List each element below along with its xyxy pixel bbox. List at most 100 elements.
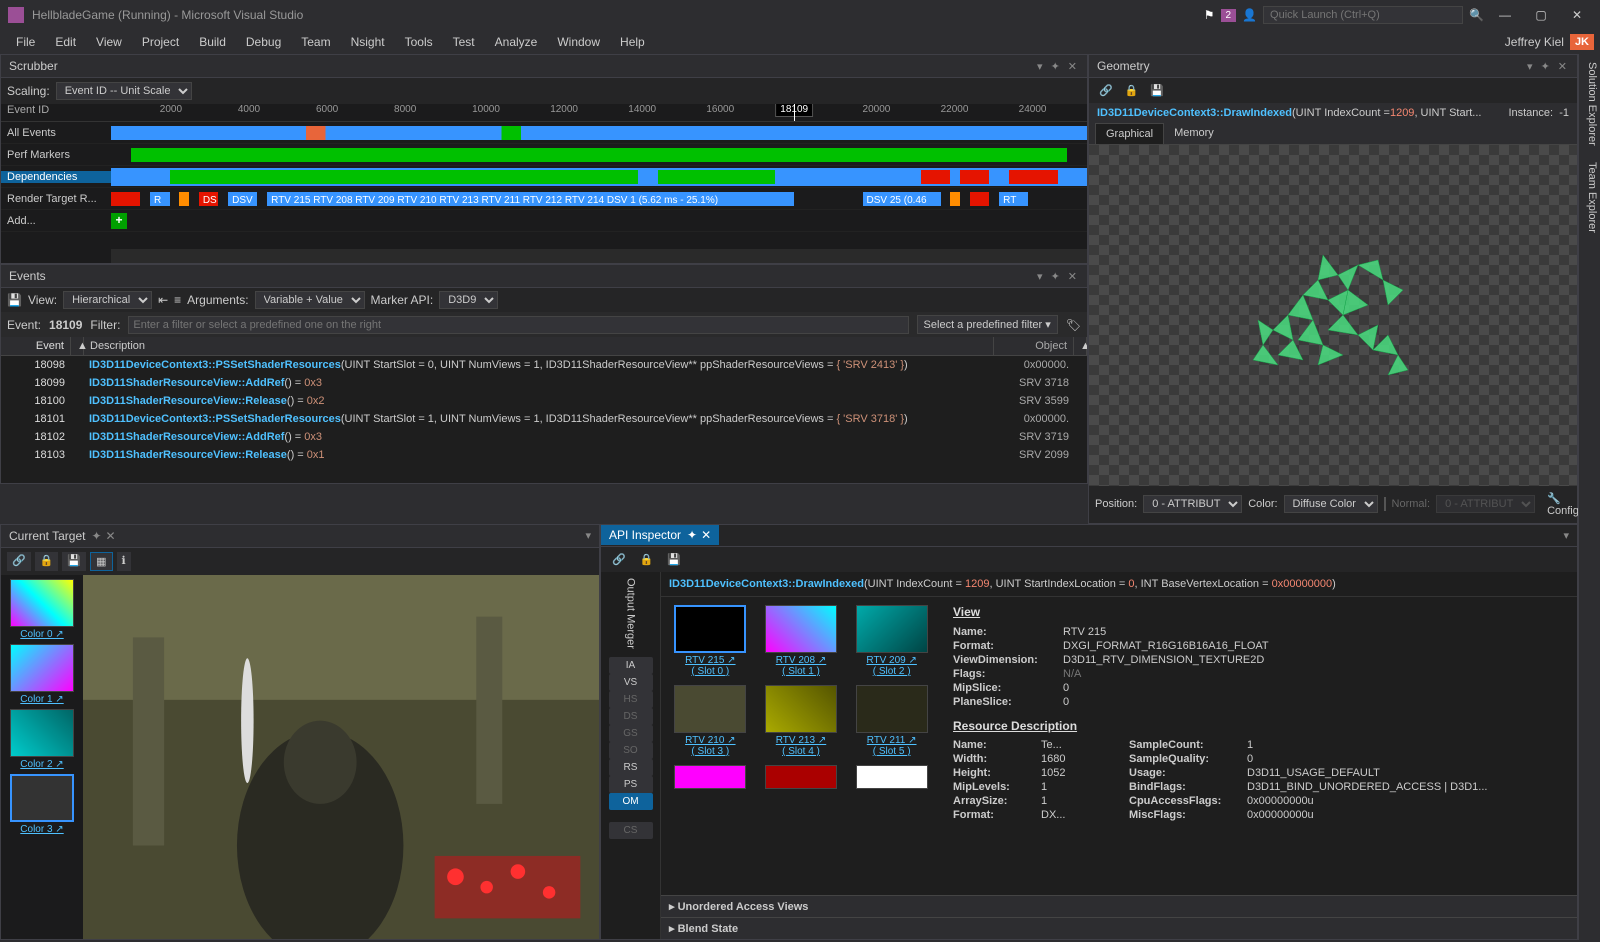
rtv-rtv-213[interactable]: RTV 213 ↗( Slot 4 ) xyxy=(760,685,843,757)
stage-gs[interactable]: GS xyxy=(609,725,653,742)
add-row-button[interactable]: + xyxy=(111,213,127,229)
color-select[interactable]: Diffuse Color xyxy=(1284,495,1378,513)
rtv-rtv-210[interactable]: RTV 210 ↗( Slot 3 ) xyxy=(669,685,752,757)
flag-icon[interactable]: ⚑ xyxy=(1204,8,1215,22)
pin-icon[interactable]: ✦ xyxy=(91,529,101,543)
close-icon[interactable]: ✕ xyxy=(1066,60,1079,73)
lock-icon[interactable]: 🔒 xyxy=(1121,82,1143,99)
close-icon[interactable]: ✕ xyxy=(1066,270,1079,283)
thumb-color-0[interactable]: Color 0 ↗ xyxy=(5,579,79,640)
link-icon[interactable]: 🔗 xyxy=(607,551,631,568)
user-name[interactable]: Jeffrey Kiel xyxy=(1505,35,1564,49)
pin-icon[interactable]: ✦ xyxy=(1049,270,1062,283)
position-select[interactable]: 0 - ATTRIBUT xyxy=(1143,495,1242,513)
info-icon[interactable]: ℹ xyxy=(117,552,131,571)
menu-window[interactable]: Window xyxy=(547,33,610,51)
event-row[interactable]: 18100ID3D11ShaderResourceView::Release()… xyxy=(1,392,1087,410)
dropdown-icon[interactable]: ▾ xyxy=(1563,530,1569,542)
link-icon[interactable]: 🔗 xyxy=(1095,82,1117,99)
menu-file[interactable]: File xyxy=(6,33,45,51)
menu-analyze[interactable]: Analyze xyxy=(485,33,548,51)
pin-icon[interactable]: ✦ xyxy=(687,528,697,542)
menu-test[interactable]: Test xyxy=(443,33,485,51)
filter-input[interactable] xyxy=(128,316,908,334)
collapse-icon[interactable]: ⇤ xyxy=(158,293,168,307)
menu-project[interactable]: Project xyxy=(132,33,189,51)
save-icon[interactable]: 💾 xyxy=(1146,82,1168,99)
tab-graphical[interactable]: Graphical xyxy=(1095,123,1164,144)
save-icon[interactable]: 💾 xyxy=(662,551,686,568)
user-badge[interactable]: JK xyxy=(1570,34,1594,50)
instance-value[interactable]: -1 xyxy=(1559,107,1569,119)
maximize-button[interactable]: ▢ xyxy=(1526,8,1556,22)
close-tab-icon[interactable]: ✕ xyxy=(106,529,116,543)
rtv-rtv-211[interactable]: RTV 211 ↗( Slot 5 ) xyxy=(850,685,933,757)
color-swatch[interactable] xyxy=(1384,497,1386,511)
dropdown-icon[interactable]: ▾ xyxy=(1035,60,1045,73)
solution-explorer-tab[interactable]: Solution Explorer xyxy=(1579,54,1600,154)
marker-select[interactable]: D3D9 xyxy=(439,291,498,309)
view-select[interactable]: Hierarchical xyxy=(63,291,152,309)
menu-view[interactable]: View xyxy=(86,33,132,51)
menu-debug[interactable]: Debug xyxy=(236,33,291,51)
thumb-color-3[interactable]: Color 3 ↗ xyxy=(5,774,79,835)
all-events-bar[interactable] xyxy=(111,126,1087,140)
dropdown-icon[interactable]: ▾ xyxy=(585,529,591,542)
link-icon[interactable]: 🔗 xyxy=(7,552,31,571)
search-icon[interactable]: 🔍 xyxy=(1469,8,1484,22)
menu-help[interactable]: Help xyxy=(610,33,655,51)
stage-cs[interactable]: CS xyxy=(609,822,653,839)
thumb-color-1[interactable]: Color 1 ↗ xyxy=(5,644,79,705)
lock-icon[interactable]: 🔒 xyxy=(635,551,659,568)
menu-edit[interactable]: Edit xyxy=(45,33,86,51)
thumb-color-2[interactable]: Color 2 ↗ xyxy=(5,709,79,770)
perf-marker-bar[interactable] xyxy=(131,148,1068,162)
feedback-icon[interactable]: 👤 xyxy=(1242,8,1257,22)
rtv-rtv-215[interactable]: RTV 215 ↗( Slot 0 ) xyxy=(669,605,752,677)
event-row[interactable]: 18099ID3D11ShaderResourceView::AddRef() … xyxy=(1,374,1087,392)
team-explorer-tab[interactable]: Team Explorer xyxy=(1579,154,1600,241)
event-row[interactable]: 18102ID3D11ShaderResourceView::AddRef() … xyxy=(1,428,1087,446)
rtv-item[interactable] xyxy=(850,765,933,789)
minimize-button[interactable]: — xyxy=(1490,8,1520,22)
timeline-ruler[interactable]: 2000 4000 6000 8000 10000 12000 14000 16… xyxy=(111,104,1087,121)
stage-ps[interactable]: PS xyxy=(609,776,653,793)
dropdown-icon[interactable]: ▾ xyxy=(1525,60,1535,73)
quick-launch-input[interactable] xyxy=(1263,6,1463,24)
menu-nsight[interactable]: Nsight xyxy=(341,33,395,51)
expand-icon[interactable]: ≡ xyxy=(174,293,181,307)
hscrollbar[interactable] xyxy=(111,249,1087,263)
tab-memory[interactable]: Memory xyxy=(1164,123,1224,144)
stage-vs[interactable]: VS xyxy=(609,674,653,691)
stage-ds[interactable]: DS xyxy=(609,708,653,725)
api-inspector-tab[interactable]: API Inspector ✦ ✕ xyxy=(601,525,719,545)
filter-predefined[interactable]: Select a predefined filter ▾ xyxy=(917,315,1058,334)
event-row[interactable]: 18098ID3D11DeviceContext3::PSSetShaderRe… xyxy=(1,356,1087,374)
pin-icon[interactable]: ✦ xyxy=(1049,60,1062,73)
lock-icon[interactable]: 🔒 xyxy=(35,552,59,571)
tag-icon[interactable]: 🏷 xyxy=(1066,318,1081,332)
uav-section[interactable]: Unordered Access Views xyxy=(661,895,1577,917)
rtv-item[interactable] xyxy=(669,765,752,789)
stage-hs[interactable]: HS xyxy=(609,691,653,708)
event-row[interactable]: 18101ID3D11DeviceContext3::PSSetShaderRe… xyxy=(1,410,1087,428)
args-select[interactable]: Variable + Value xyxy=(255,291,365,309)
rtv-item[interactable] xyxy=(760,765,843,789)
notification-badge[interactable]: 2 xyxy=(1221,9,1237,22)
stage-ia[interactable]: IA xyxy=(609,657,653,674)
stage-rs[interactable]: RS xyxy=(609,759,653,776)
cursor-line[interactable] xyxy=(794,104,795,121)
close-icon[interactable]: ✕ xyxy=(1556,60,1569,73)
stage-so[interactable]: SO xyxy=(609,742,653,759)
pin-icon[interactable]: ✦ xyxy=(1539,60,1552,73)
event-row[interactable]: 18103ID3D11ShaderResourceView::Release()… xyxy=(1,446,1087,464)
close-tab-icon[interactable]: ✕ xyxy=(701,528,711,542)
menu-team[interactable]: Team xyxy=(291,33,340,51)
save-icon[interactable]: 💾 xyxy=(7,293,22,307)
close-button[interactable]: ✕ xyxy=(1562,8,1592,22)
menu-build[interactable]: Build xyxy=(189,33,236,51)
normal-select[interactable]: 0 - ATTRIBUT xyxy=(1436,495,1535,513)
grid-icon[interactable]: ▦ xyxy=(90,552,112,571)
scaling-select[interactable]: Event ID -- Unit Scale xyxy=(56,82,192,100)
menu-tools[interactable]: Tools xyxy=(395,33,443,51)
